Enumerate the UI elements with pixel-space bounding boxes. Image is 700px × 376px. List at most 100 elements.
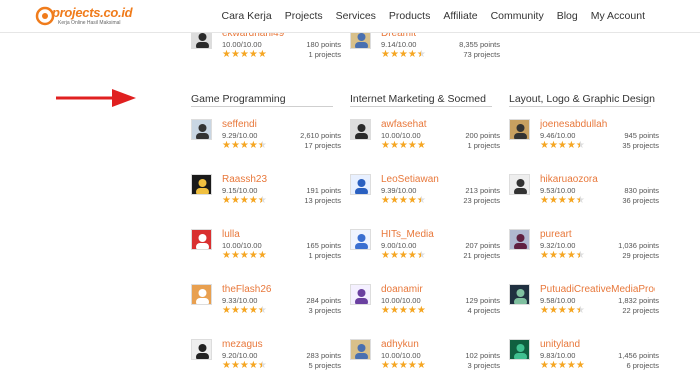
star-rating: ★★★★★ <box>540 250 585 261</box>
freelancer-name-link[interactable]: joenesabdullah <box>540 119 607 130</box>
freelancer-name-link[interactable]: pureart <box>540 229 572 240</box>
projects-count: 35 projects <box>622 141 659 150</box>
freelancer-entry: adhykun 10.00/10.00 102 points 3 project… <box>350 339 500 376</box>
avatar[interactable] <box>509 229 530 250</box>
points-count: 1,456 points <box>618 351 659 360</box>
half-star-icon: ★ <box>417 49 426 60</box>
points-count: 129 points <box>465 296 500 305</box>
avatar[interactable] <box>350 339 371 360</box>
freelancer-name-link[interactable]: LeoSetiawan <box>381 174 439 185</box>
points-count: 180 points <box>306 40 341 49</box>
avatar[interactable] <box>191 119 212 140</box>
half-star-icon: ★ <box>576 250 585 261</box>
nav-blog[interactable]: Blog <box>557 10 578 22</box>
freelancer-entry: pureart 9.32/10.00 1,036 points 29 proje… <box>509 229 659 269</box>
star-rating: ★★★★★ <box>381 140 426 151</box>
avatar[interactable] <box>350 119 371 140</box>
avatar[interactable] <box>509 174 530 195</box>
nav-my-account[interactable]: My Account <box>591 10 645 22</box>
nav-community[interactable]: Community <box>491 10 544 22</box>
red-arrow-icon <box>56 89 136 107</box>
avatar[interactable] <box>509 339 530 360</box>
nav-projects[interactable]: Projects <box>285 10 323 22</box>
projects-count: 1 projects <box>308 50 341 59</box>
freelancer-name-link[interactable]: doanamir <box>381 284 423 295</box>
freelancer-entry: unityland 9.83/10.00 1,456 points 6 proj… <box>509 339 659 376</box>
half-star-icon: ★ <box>576 305 585 316</box>
rating-score: 10.00/10.00 <box>381 131 421 140</box>
freelancer-entry: awfasehat 10.00/10.00 200 points 1 proje… <box>350 119 500 159</box>
site-logo[interactable]: projects.co.id Kerja Online Hasil Maksim… <box>34 5 144 29</box>
projects-count: 1 projects <box>308 251 341 260</box>
projects-count: 36 projects <box>622 196 659 205</box>
avatar[interactable] <box>509 119 530 140</box>
avatar[interactable] <box>191 284 212 305</box>
freelancer-name-link[interactable]: theFlash26 <box>222 284 271 295</box>
projects-count: 3 projects <box>308 306 341 315</box>
rating-score: 10.00/10.00 <box>381 296 421 305</box>
rating-score: 10.00/10.00 <box>222 241 262 250</box>
rating-score: 10.00/10.00 <box>222 40 262 49</box>
star-rating: ★★★★★ <box>222 250 267 261</box>
freelancer-name-link[interactable]: hikaruaozora <box>540 174 598 185</box>
logo-text: projects.co.id <box>52 5 133 20</box>
points-count: 1,832 points <box>618 296 659 305</box>
main-nav: Cara Kerja Projects Services Products Af… <box>209 10 646 22</box>
projects-count: 13 projects <box>304 196 341 205</box>
points-count: 191 points <box>306 186 341 195</box>
points-count: 207 points <box>465 241 500 250</box>
rating-score: 9.20/10.00 <box>222 351 258 360</box>
rating-score: 9.58/10.00 <box>540 296 576 305</box>
freelancer-name-link[interactable]: lulla <box>222 229 240 240</box>
rating-score: 9.39/10.00 <box>381 186 417 195</box>
half-star-icon: ★ <box>417 250 426 261</box>
points-count: 945 points <box>624 131 659 140</box>
nav-affiliate[interactable]: Affiliate <box>443 10 477 22</box>
avatar[interactable] <box>191 229 212 250</box>
half-star-icon: ★ <box>258 305 267 316</box>
freelancer-name-link[interactable]: PutuadiCreativeMediaProductio <box>540 284 655 295</box>
logo-tagline: Kerja Online Hasil Maksimal <box>58 20 121 26</box>
star-rating: ★★★★★ <box>540 360 585 371</box>
freelancer-name-link[interactable]: seffendi <box>222 119 257 130</box>
star-rating: ★★★★★ <box>222 140 267 151</box>
nav-products[interactable]: Products <box>389 10 430 22</box>
avatar[interactable] <box>350 229 371 250</box>
rating-score: 9.32/10.00 <box>540 241 576 250</box>
points-count: 1,036 points <box>618 241 659 250</box>
category-title[interactable]: Layout, Logo & Graphic Design <box>509 93 655 105</box>
freelancer-entry: Dreamit 9.14/10.00 8,355 points 73 proje… <box>350 28 500 68</box>
freelancer-entry: ekwardhani49 10.00/10.00 180 points 1 pr… <box>191 28 341 68</box>
nav-cara-kerja[interactable]: Cara Kerja <box>222 10 272 22</box>
avatar[interactable] <box>191 339 212 360</box>
star-rating: ★★★★★ <box>381 195 426 206</box>
projects-count: 1 projects <box>467 141 500 150</box>
site-header: projects.co.id Kerja Online Hasil Maksim… <box>0 0 700 33</box>
freelancer-name-link[interactable]: awfasehat <box>381 119 427 130</box>
rating-score: 9.46/10.00 <box>540 131 576 140</box>
freelancer-entry: LeoSetiawan 9.39/10.00 213 points 23 pro… <box>350 174 500 214</box>
avatar[interactable] <box>509 284 530 305</box>
category-title[interactable]: Internet Marketing & Socmed <box>350 93 486 105</box>
rating-score: 9.00/10.00 <box>381 241 417 250</box>
freelancer-name-link[interactable]: HITs_Media <box>381 229 434 240</box>
projects-count: 17 projects <box>304 141 341 150</box>
projects-count: 21 projects <box>463 251 500 260</box>
freelancer-name-link[interactable]: Raassh23 <box>222 174 267 185</box>
points-count: 830 points <box>624 186 659 195</box>
freelancer-entry: HITs_Media 9.00/10.00 207 points 21 proj… <box>350 229 500 269</box>
freelancer-name-link[interactable]: unityland <box>540 339 580 350</box>
freelancer-name-link[interactable]: mezagus <box>222 339 263 350</box>
freelancer-entry: Raassh23 9.15/10.00 191 points 13 projec… <box>191 174 341 214</box>
half-star-icon: ★ <box>417 195 426 206</box>
avatar[interactable] <box>350 174 371 195</box>
rating-score: 9.14/10.00 <box>381 40 417 49</box>
nav-services[interactable]: Services <box>336 10 376 22</box>
avatar[interactable] <box>350 284 371 305</box>
category-title[interactable]: Game Programming <box>191 93 286 105</box>
freelancer-name-link[interactable]: adhykun <box>381 339 419 350</box>
avatar[interactable] <box>191 174 212 195</box>
projects-count: 5 projects <box>308 361 341 370</box>
category-divider <box>350 106 492 107</box>
projects-count: 6 projects <box>626 361 659 370</box>
